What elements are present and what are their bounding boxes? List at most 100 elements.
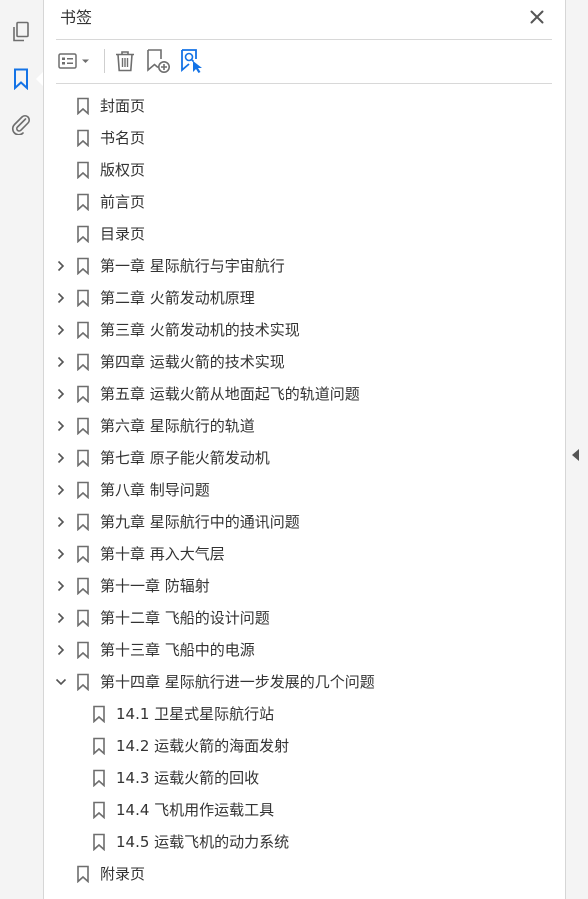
bookmark-icon <box>76 257 90 276</box>
chevron-right-icon[interactable] <box>54 451 68 465</box>
bookmark-tree: 封面页书名页 版权页前言页目录页第一章 星际航行与宇宙航行 第二章 火箭发动机原理第… <box>44 90 565 890</box>
bookmark-item[interactable]: 第十章 再入大气层 <box>44 538 565 570</box>
bookmark-icon <box>76 449 90 468</box>
chevron-right-icon[interactable] <box>54 259 68 273</box>
new-bookmark-icon[interactable] <box>145 47 171 75</box>
bookmark-label: 第五章 运载火箭从地面起飞的轨道问题 <box>100 385 360 403</box>
bookmark-label: 第十二章 飞船的设计问题 <box>100 609 270 627</box>
bookmark-icon <box>76 545 90 564</box>
navigation-rail <box>0 0 44 899</box>
pages-icon[interactable] <box>8 19 34 45</box>
bookmark-icon <box>76 353 90 372</box>
close-icon[interactable] <box>528 8 546 26</box>
bookmark-icon <box>76 97 90 116</box>
bookmark-item[interactable]: 书名页 <box>44 122 565 154</box>
bookmark-toolbar <box>56 46 213 76</box>
bookmark-icon <box>76 481 90 500</box>
bookmark-item[interactable]: 第三章 火箭发动机的技术实现 <box>44 314 565 346</box>
bookmark-item[interactable]: 第一章 星际航行与宇宙航行 <box>44 250 565 282</box>
collapse-arrow-icon[interactable] <box>572 449 579 461</box>
bookmark-label: 第九章 星际航行中的通讯问题 <box>100 513 300 531</box>
bookmark-label: 第十一章 防辐射 <box>100 577 210 595</box>
bookmark-item[interactable]: 第十三章 飞船中的电源 <box>44 634 565 666</box>
bookmark-icon <box>76 225 90 244</box>
bookmarks-window: 书签 封面页 书名页 版权页 前言页 目录页 第一章 星际航行与宇宙航行 第二章… <box>0 0 588 899</box>
bookmark-label: 封面页 <box>100 97 146 115</box>
chevron-down-icon[interactable] <box>54 675 68 689</box>
options-menu-icon[interactable] <box>56 47 94 75</box>
bookmark-label: 目录页 <box>100 225 146 243</box>
bookmark-item[interactable]: 第六章 星际航行的轨道 <box>44 410 565 442</box>
bookmark-label: 前言页 <box>100 193 146 211</box>
bookmark-icon <box>92 705 106 724</box>
header-divider <box>56 39 552 40</box>
bookmark-icon <box>76 289 90 308</box>
find-current-bookmark-icon[interactable] <box>179 47 205 75</box>
panel-title: 书签 <box>60 8 93 27</box>
bookmark-icon <box>76 609 90 628</box>
chevron-right-icon[interactable] <box>54 611 68 625</box>
bookmark-item[interactable]: 第十一章 防辐射 <box>44 570 565 602</box>
bookmark-item[interactable]: 14.4 飞机用作运载工具 <box>44 794 565 826</box>
bookmark-label: 第十章 再入大气层 <box>100 545 225 563</box>
bookmark-label: 14.1 卫星式星际航行站 <box>116 705 275 723</box>
bookmark-item[interactable]: 版权页 <box>44 154 565 186</box>
bookmark-label: 第十四章 星际航行进一步发展的几个问题 <box>100 673 375 691</box>
bookmark-label: 第七章 原子能火箭发动机 <box>100 449 270 467</box>
bookmark-label: 第十三章 飞船中的电源 <box>100 641 255 659</box>
bookmark-icon <box>76 193 90 212</box>
bookmark-icon <box>76 641 90 660</box>
chevron-right-icon[interactable] <box>54 515 68 529</box>
bookmark-icon <box>76 513 90 532</box>
chevron-right-icon[interactable] <box>54 547 68 561</box>
bookmark-icon <box>76 417 90 436</box>
toolbar-separator <box>104 49 105 73</box>
bookmark-icon <box>92 737 106 756</box>
bookmark-item[interactable]: 14.1 卫星式星际航行站 <box>44 698 565 730</box>
bookmark-item[interactable]: 14.2 运载火箭的海面发射 <box>44 730 565 762</box>
chevron-right-icon[interactable] <box>54 387 68 401</box>
bookmark-item[interactable]: 前言页 <box>44 186 565 218</box>
bookmark-label: 14.5 运载飞机的动力系统 <box>116 833 290 851</box>
bookmark-item[interactable]: 附录页 <box>44 858 565 890</box>
bookmark-label: 第三章 火箭发动机的技术实现 <box>100 321 300 339</box>
bookmark-icon[interactable] <box>8 66 34 92</box>
bookmark-item[interactable]: 第七章 原子能火箭发动机 <box>44 442 565 474</box>
panel-collapse-strip[interactable] <box>565 0 588 899</box>
bookmark-icon <box>76 321 90 340</box>
bookmark-icon <box>76 385 90 404</box>
bookmark-item[interactable]: 封面页 <box>44 90 565 122</box>
attachment-icon[interactable] <box>8 111 34 137</box>
bookmark-label: 14.3 运载火箭的回收 <box>116 769 260 787</box>
chevron-right-icon[interactable] <box>54 323 68 337</box>
bookmark-label: 第六章 星际航行的轨道 <box>100 417 255 435</box>
bookmark-icon <box>76 129 90 148</box>
bookmark-label: 第四章 运载火箭的技术实现 <box>100 353 285 371</box>
bookmark-icon <box>76 865 90 884</box>
bookmarks-panel: 书签 封面页 书名页 版权页 前言页 目录页 第一章 星际航行与宇宙航行 第二章… <box>44 0 565 899</box>
bookmark-item[interactable]: 14.3 运载火箭的回收 <box>44 762 565 794</box>
bookmark-label: 14.2 运载火箭的海面发射 <box>116 737 290 755</box>
bookmark-icon <box>76 577 90 596</box>
bookmark-item[interactable]: 第十二章 飞船的设计问题 <box>44 602 565 634</box>
bookmark-icon <box>76 161 90 180</box>
bookmark-label: 附录页 <box>100 865 146 883</box>
bookmark-item[interactable]: 第十四章 星际航行进一步发展的几个问题 <box>44 666 565 698</box>
bookmark-label: 14.4 飞机用作运载工具 <box>116 801 275 819</box>
chevron-right-icon[interactable] <box>54 643 68 657</box>
bookmark-item[interactable]: 第二章 火箭发动机原理 <box>44 282 565 314</box>
chevron-right-icon[interactable] <box>54 355 68 369</box>
bookmark-item[interactable]: 第八章 制导问题 <box>44 474 565 506</box>
bookmark-item[interactable]: 第五章 运载火箭从地面起飞的轨道问题 <box>44 378 565 410</box>
chevron-right-icon[interactable] <box>54 291 68 305</box>
bookmark-item[interactable]: 第九章 星际航行中的通讯问题 <box>44 506 565 538</box>
bookmark-item[interactable]: 第四章 运载火箭的技术实现 <box>44 346 565 378</box>
active-tab-caret <box>36 72 43 86</box>
delete-icon[interactable] <box>113 47 137 75</box>
chevron-right-icon[interactable] <box>54 483 68 497</box>
chevron-right-icon[interactable] <box>54 419 68 433</box>
bookmark-item[interactable]: 目录页 <box>44 218 565 250</box>
bookmark-item[interactable]: 14.5 运载飞机的动力系统 <box>44 826 565 858</box>
bookmark-label: 第八章 制导问题 <box>100 481 210 499</box>
chevron-right-icon[interactable] <box>54 579 68 593</box>
